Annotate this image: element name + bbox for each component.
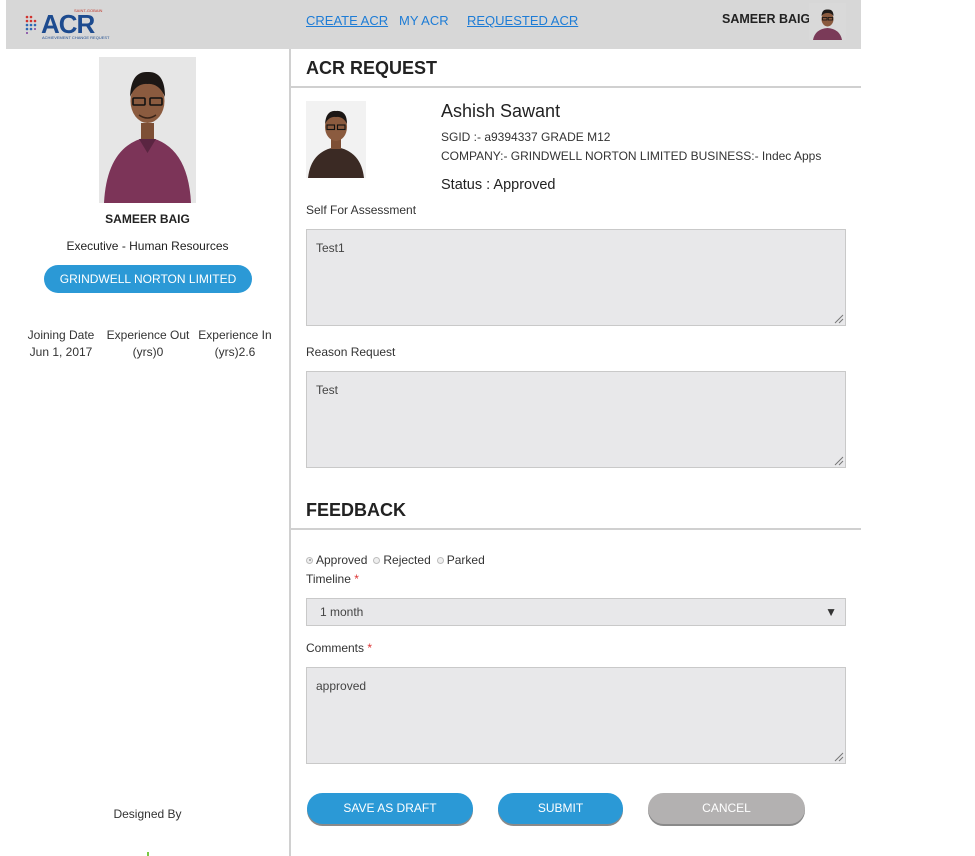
profile-role: Executive - Human Resources xyxy=(66,239,229,253)
request-status: Status : Approved xyxy=(441,177,556,193)
resize-grip-icon[interactable] xyxy=(832,312,844,324)
sidebar-divider xyxy=(289,49,291,856)
acr-logo[interactable]: ACR SAINT-GOBAIN ACHIEVEMENT CHANGE REQU… xyxy=(24,8,110,40)
employee-name: Ashish Sawant xyxy=(441,101,561,121)
timeline-label-text: Timeline xyxy=(306,572,351,586)
comments-value: approved xyxy=(316,679,367,693)
timeline-select[interactable]: 1 month ▼ xyxy=(306,598,846,626)
radio-label: Approved xyxy=(316,553,368,567)
employee-company: COMPANY:- GRINDWELL NORTON LIMITED BUSIN… xyxy=(441,149,822,163)
profile-photo xyxy=(99,57,196,203)
section-divider xyxy=(291,528,861,530)
nav-create-acr[interactable]: CREATE ACR xyxy=(306,13,388,28)
reason-request-textarea[interactable]: Test xyxy=(306,371,846,468)
logo-brand-mark: SAINT-GOBAIN xyxy=(74,8,103,13)
dropdown-arrow-icon[interactable]: ▼ xyxy=(825,599,837,625)
radio-parked[interactable]: Parked xyxy=(436,553,485,567)
stat-experience-in: Experience In (yrs)2.6 xyxy=(196,327,274,361)
comments-label-text: Comments xyxy=(306,641,365,655)
profile-name: SAMEER BAIG xyxy=(105,212,190,226)
cancel-button[interactable]: CANCEL xyxy=(648,793,805,824)
header-user-name[interactable]: SAMEER BAIG xyxy=(722,12,810,26)
acr-request-title: ACR REQUEST xyxy=(306,58,438,78)
designer-logo-icon xyxy=(147,852,149,856)
stat-label: Experience Out xyxy=(106,328,190,342)
radio-label: Parked xyxy=(446,553,485,567)
submit-button[interactable]: SUBMIT xyxy=(498,793,623,824)
comments-textarea[interactable]: approved xyxy=(306,667,846,764)
self-assessment-value: Test1 xyxy=(316,241,345,255)
employee-photo xyxy=(306,101,366,178)
section-divider xyxy=(291,86,861,88)
resize-grip-icon[interactable] xyxy=(832,750,844,762)
reason-request-label: Reason Request xyxy=(306,345,396,359)
feedback-title: FEEDBACK xyxy=(306,500,407,520)
designed-by-label: Designed By xyxy=(113,807,182,821)
person-avatar-icon xyxy=(809,3,846,40)
self-assessment-textarea[interactable]: Test1 xyxy=(306,229,846,326)
nav-requested-acr[interactable]: REQUESTED ACR xyxy=(467,13,578,28)
stat-joining-date: Joining Date Jun 1, 2017 xyxy=(26,327,96,361)
top-header: ACR SAINT-GOBAIN ACHIEVEMENT CHANGE REQU… xyxy=(6,0,861,49)
radio-rejected[interactable]: Rejected xyxy=(373,553,431,567)
self-assessment-label: Self For Assessment xyxy=(306,203,417,217)
stat-label: Joining Date xyxy=(27,328,95,342)
header-avatar[interactable] xyxy=(809,3,846,40)
logo-dots-icon xyxy=(25,15,37,34)
radio-unselected-icon[interactable] xyxy=(373,556,381,564)
person-photo-icon xyxy=(306,101,366,178)
radio-unselected-icon[interactable] xyxy=(436,556,444,564)
nav-my-acr[interactable]: MY ACR xyxy=(399,13,449,28)
radio-label: Rejected xyxy=(383,553,431,567)
logo-tagline: ACHIEVEMENT CHANGE REQUEST xyxy=(42,35,110,40)
company-badge-button[interactable]: GRINDWELL NORTON LIMITED xyxy=(44,265,252,293)
save-as-draft-button[interactable]: SAVE AS DRAFT xyxy=(307,793,473,824)
stat-value: (yrs)0 xyxy=(132,345,164,359)
reason-request-value: Test xyxy=(316,383,339,397)
person-photo-icon xyxy=(99,57,196,203)
radio-approved[interactable]: Approved xyxy=(306,553,367,567)
comments-label: Comments * xyxy=(306,641,372,655)
radio-selected-icon[interactable] xyxy=(306,556,313,564)
stat-value: (yrs)2.6 xyxy=(214,345,256,359)
employee-sgid: SGID :- a9394337 GRADE M12 xyxy=(441,130,611,144)
required-asterisk: * xyxy=(367,641,373,655)
timeline-label: Timeline * xyxy=(306,572,359,586)
timeline-selected-value: 1 month xyxy=(320,605,364,619)
required-asterisk: * xyxy=(354,572,359,586)
stat-label: Experience In xyxy=(198,328,272,342)
stat-value: Jun 1, 2017 xyxy=(29,345,93,359)
stat-experience-out: Experience Out (yrs)0 xyxy=(104,327,192,361)
resize-grip-icon[interactable] xyxy=(832,454,844,466)
feedback-status-radio-group: Approved Rejected Parked xyxy=(306,553,487,567)
